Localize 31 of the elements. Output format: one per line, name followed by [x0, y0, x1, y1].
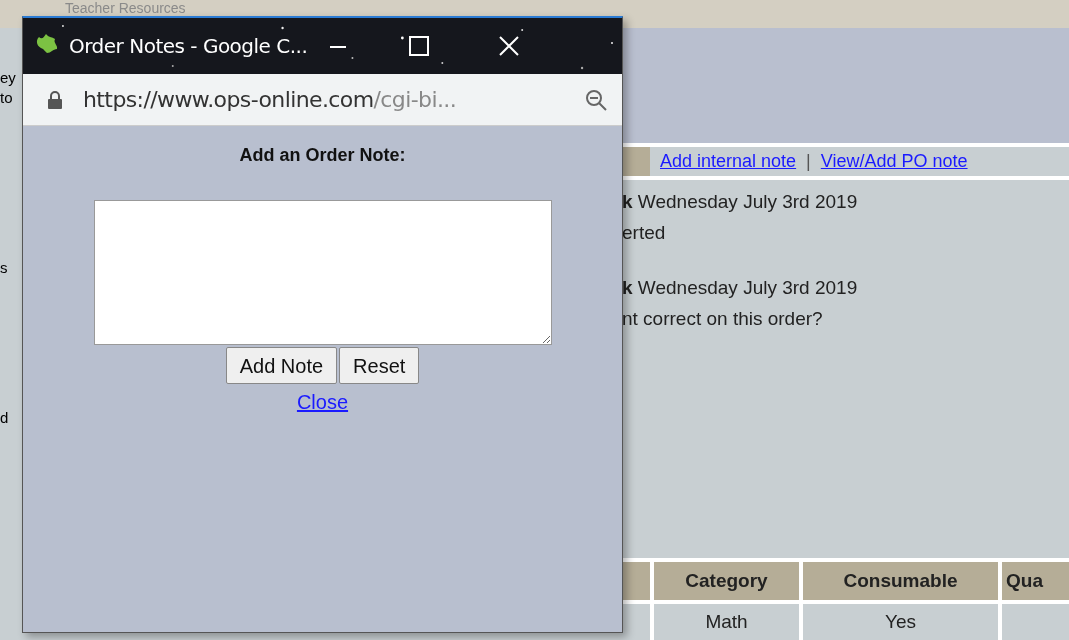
table-header-cell: [622, 562, 650, 600]
zoom-out-icon[interactable]: [584, 87, 608, 112]
form-heading: Add an Order Note:: [239, 144, 406, 167]
link-separator: |: [806, 150, 811, 173]
add-internal-note-link[interactable]: Add internal note: [660, 148, 797, 175]
text-fragment: s: [0, 258, 9, 278]
text-fragment: d: [0, 408, 10, 428]
window-title: Order Notes - Google C...: [69, 33, 308, 60]
url-text: https://www.ops-online.com/cgi-bi...: [83, 86, 457, 114]
note-text: nt correct on this order?: [622, 307, 824, 331]
table-cell: [1002, 604, 1069, 640]
close-icon[interactable]: [499, 36, 520, 56]
note-header: k Wednesday July 3rd 2019: [622, 276, 859, 300]
table-header-cell: Qua: [1002, 562, 1069, 600]
table-header-cell: [622, 147, 650, 176]
note-input-field[interactable]: [93, 200, 552, 345]
table-cell: Math: [654, 604, 799, 640]
note-text: erted: [622, 221, 667, 245]
view-po-note-link[interactable]: View/Add PO note: [820, 148, 968, 175]
maximize-icon[interactable]: [409, 36, 430, 56]
text-fragment: to: [0, 88, 14, 108]
table-header-cell: Consumable: [803, 562, 998, 600]
table-header-cell: Category: [654, 562, 799, 600]
reset-button[interactable]: Reset: [339, 347, 420, 384]
close-link[interactable]: Close: [296, 387, 349, 417]
lock-icon: [47, 89, 63, 110]
table-cell: Yes: [803, 604, 998, 640]
text-fragment: ey: [0, 68, 17, 88]
note-header: k Wednesday July 3rd 2019: [622, 190, 859, 214]
add-note-button[interactable]: Add Note: [225, 347, 338, 384]
header-title: Teacher Resources: [65, 0, 186, 16]
